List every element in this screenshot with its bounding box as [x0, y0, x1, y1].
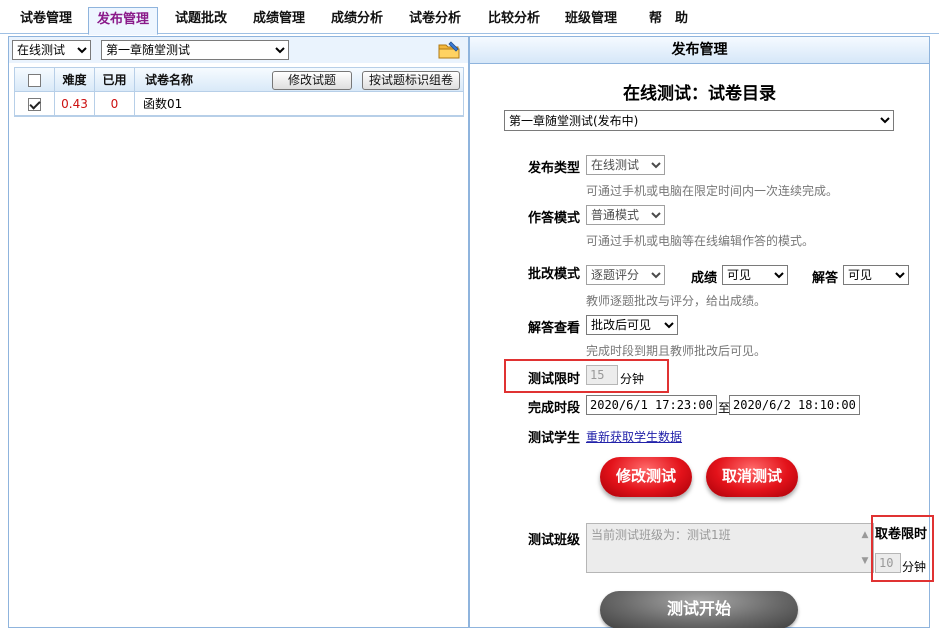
page-title: 在线测试：试卷目录: [623, 84, 776, 104]
time-limit-input[interactable]: [586, 365, 618, 385]
fetch-limit-unit: 分钟: [902, 560, 927, 574]
paper-status-select[interactable]: 第一章随堂测试(发布中): [504, 110, 894, 131]
answer-visibility-select[interactable]: 可见: [843, 265, 909, 285]
publish-type-label: 发布类型: [528, 161, 581, 176]
students-label: 测试学生: [528, 431, 581, 446]
publish-type-select[interactable]: 在线测试: [586, 155, 665, 175]
left-toolbar: 在线测试 第一章随堂测试: [9, 37, 468, 63]
answer-mode-select[interactable]: 普通模式: [586, 205, 665, 225]
tab-score-management[interactable]: 成绩管理: [245, 7, 313, 34]
refresh-students-link[interactable]: 重新获取学生数据: [586, 428, 682, 445]
row-select-cell: [15, 92, 55, 116]
paper-table: 难度 已用 试卷名称 修改试题 按试题标识组卷 0.43 0 函数01: [14, 67, 464, 117]
folder-edit-icon[interactable]: [438, 41, 460, 59]
time-limit-label: 测试限时: [528, 372, 581, 387]
publish-pane-header: 发布管理: [470, 37, 929, 64]
answer-visibility-label: 解答: [812, 271, 839, 286]
test-class-textarea[interactable]: 当前测试班级为：测试1班 ▲ ▼: [586, 523, 874, 573]
fetch-limit-input[interactable]: [875, 553, 901, 573]
time-limit-unit: 分钟: [620, 372, 645, 386]
tab-help[interactable]: 帮 助: [641, 7, 696, 34]
publish-pane: 发布管理 在线测试：试卷目录 第一章随堂测试(发布中) 发布类型 在线测试 可通…: [469, 36, 934, 629]
modify-test-button[interactable]: 修改测试: [600, 457, 692, 497]
tab-paper-analysis[interactable]: 试卷分析: [401, 7, 469, 34]
row-difficulty: 0.43: [55, 92, 95, 116]
compose-by-tag-button[interactable]: 按试题标识组卷: [362, 71, 460, 90]
row-checkbox[interactable]: [28, 98, 41, 111]
paper-select[interactable]: 第一章随堂测试: [101, 40, 289, 60]
answer-mode-label: 作答模式: [528, 211, 581, 226]
grading-mode-select[interactable]: 逐题评分: [586, 265, 665, 285]
answer-view-select[interactable]: 批改后可见: [586, 315, 678, 335]
tab-publish-management[interactable]: 发布管理: [88, 7, 159, 35]
table-row[interactable]: 0.43 0 函数01: [15, 92, 463, 116]
answer-mode-hint: 可通过手机或电脑等在线编辑作答的模式。: [586, 234, 815, 248]
period-end-input[interactable]: [729, 395, 860, 415]
header-used: 已用: [95, 68, 135, 92]
header-difficulty: 难度: [55, 68, 95, 92]
cancel-test-button[interactable]: 取消测试: [706, 457, 798, 497]
answer-view-label: 解答查看: [528, 321, 581, 336]
select-all-checkbox[interactable]: [28, 74, 41, 87]
mode-select[interactable]: 在线测试: [12, 40, 91, 60]
scroll-down-icon[interactable]: ▼: [858, 554, 872, 568]
test-class-label: 测试班级: [528, 533, 581, 548]
grading-mode-hint: 教师逐题批改与评分，给出成绩。: [586, 294, 767, 308]
test-class-text: 当前测试班级为：测试1班: [591, 528, 731, 542]
score-visibility-select[interactable]: 可见: [722, 265, 788, 285]
tab-class-management[interactable]: 班级管理: [557, 7, 625, 34]
row-paper-name[interactable]: 函数01: [135, 92, 464, 116]
publish-type-hint: 可通过手机或电脑在限定时间内一次连续完成。: [586, 184, 839, 198]
top-nav: 试卷管理 发布管理 试题批改 成绩管理 成绩分析 试卷分析 比较分析 班级管理 …: [0, 0, 939, 35]
start-test-button[interactable]: 测试开始: [600, 591, 798, 629]
paper-list-pane: 在线测试 第一章随堂测试 难度 已用 试卷名称 修改试题 按试题标识组卷 0.4…: [8, 36, 469, 628]
tab-score-analysis[interactable]: 成绩分析: [323, 7, 391, 34]
row-used: 0: [95, 92, 135, 116]
bottom-strip: [0, 628, 939, 639]
tab-comparison-analysis[interactable]: 比较分析: [480, 7, 548, 34]
tab-paper-management[interactable]: 试卷管理: [12, 7, 80, 34]
score-visibility-label: 成绩: [691, 271, 718, 286]
scroll-up-icon[interactable]: ▲: [858, 528, 872, 542]
tab-grading[interactable]: 试题批改: [167, 7, 235, 34]
fetch-limit-label: 取卷限时: [875, 527, 928, 542]
grading-mode-label: 批改模式: [528, 267, 581, 282]
select-all-cell: [15, 68, 55, 92]
period-start-input[interactable]: [586, 395, 717, 415]
answer-view-hint: 完成时段到期且教师批改后可见。: [586, 344, 767, 358]
period-label: 完成时段: [528, 401, 581, 416]
table-header: 难度 已用 试卷名称 修改试题 按试题标识组卷: [15, 68, 463, 92]
edit-questions-button[interactable]: 修改试题: [272, 71, 352, 90]
